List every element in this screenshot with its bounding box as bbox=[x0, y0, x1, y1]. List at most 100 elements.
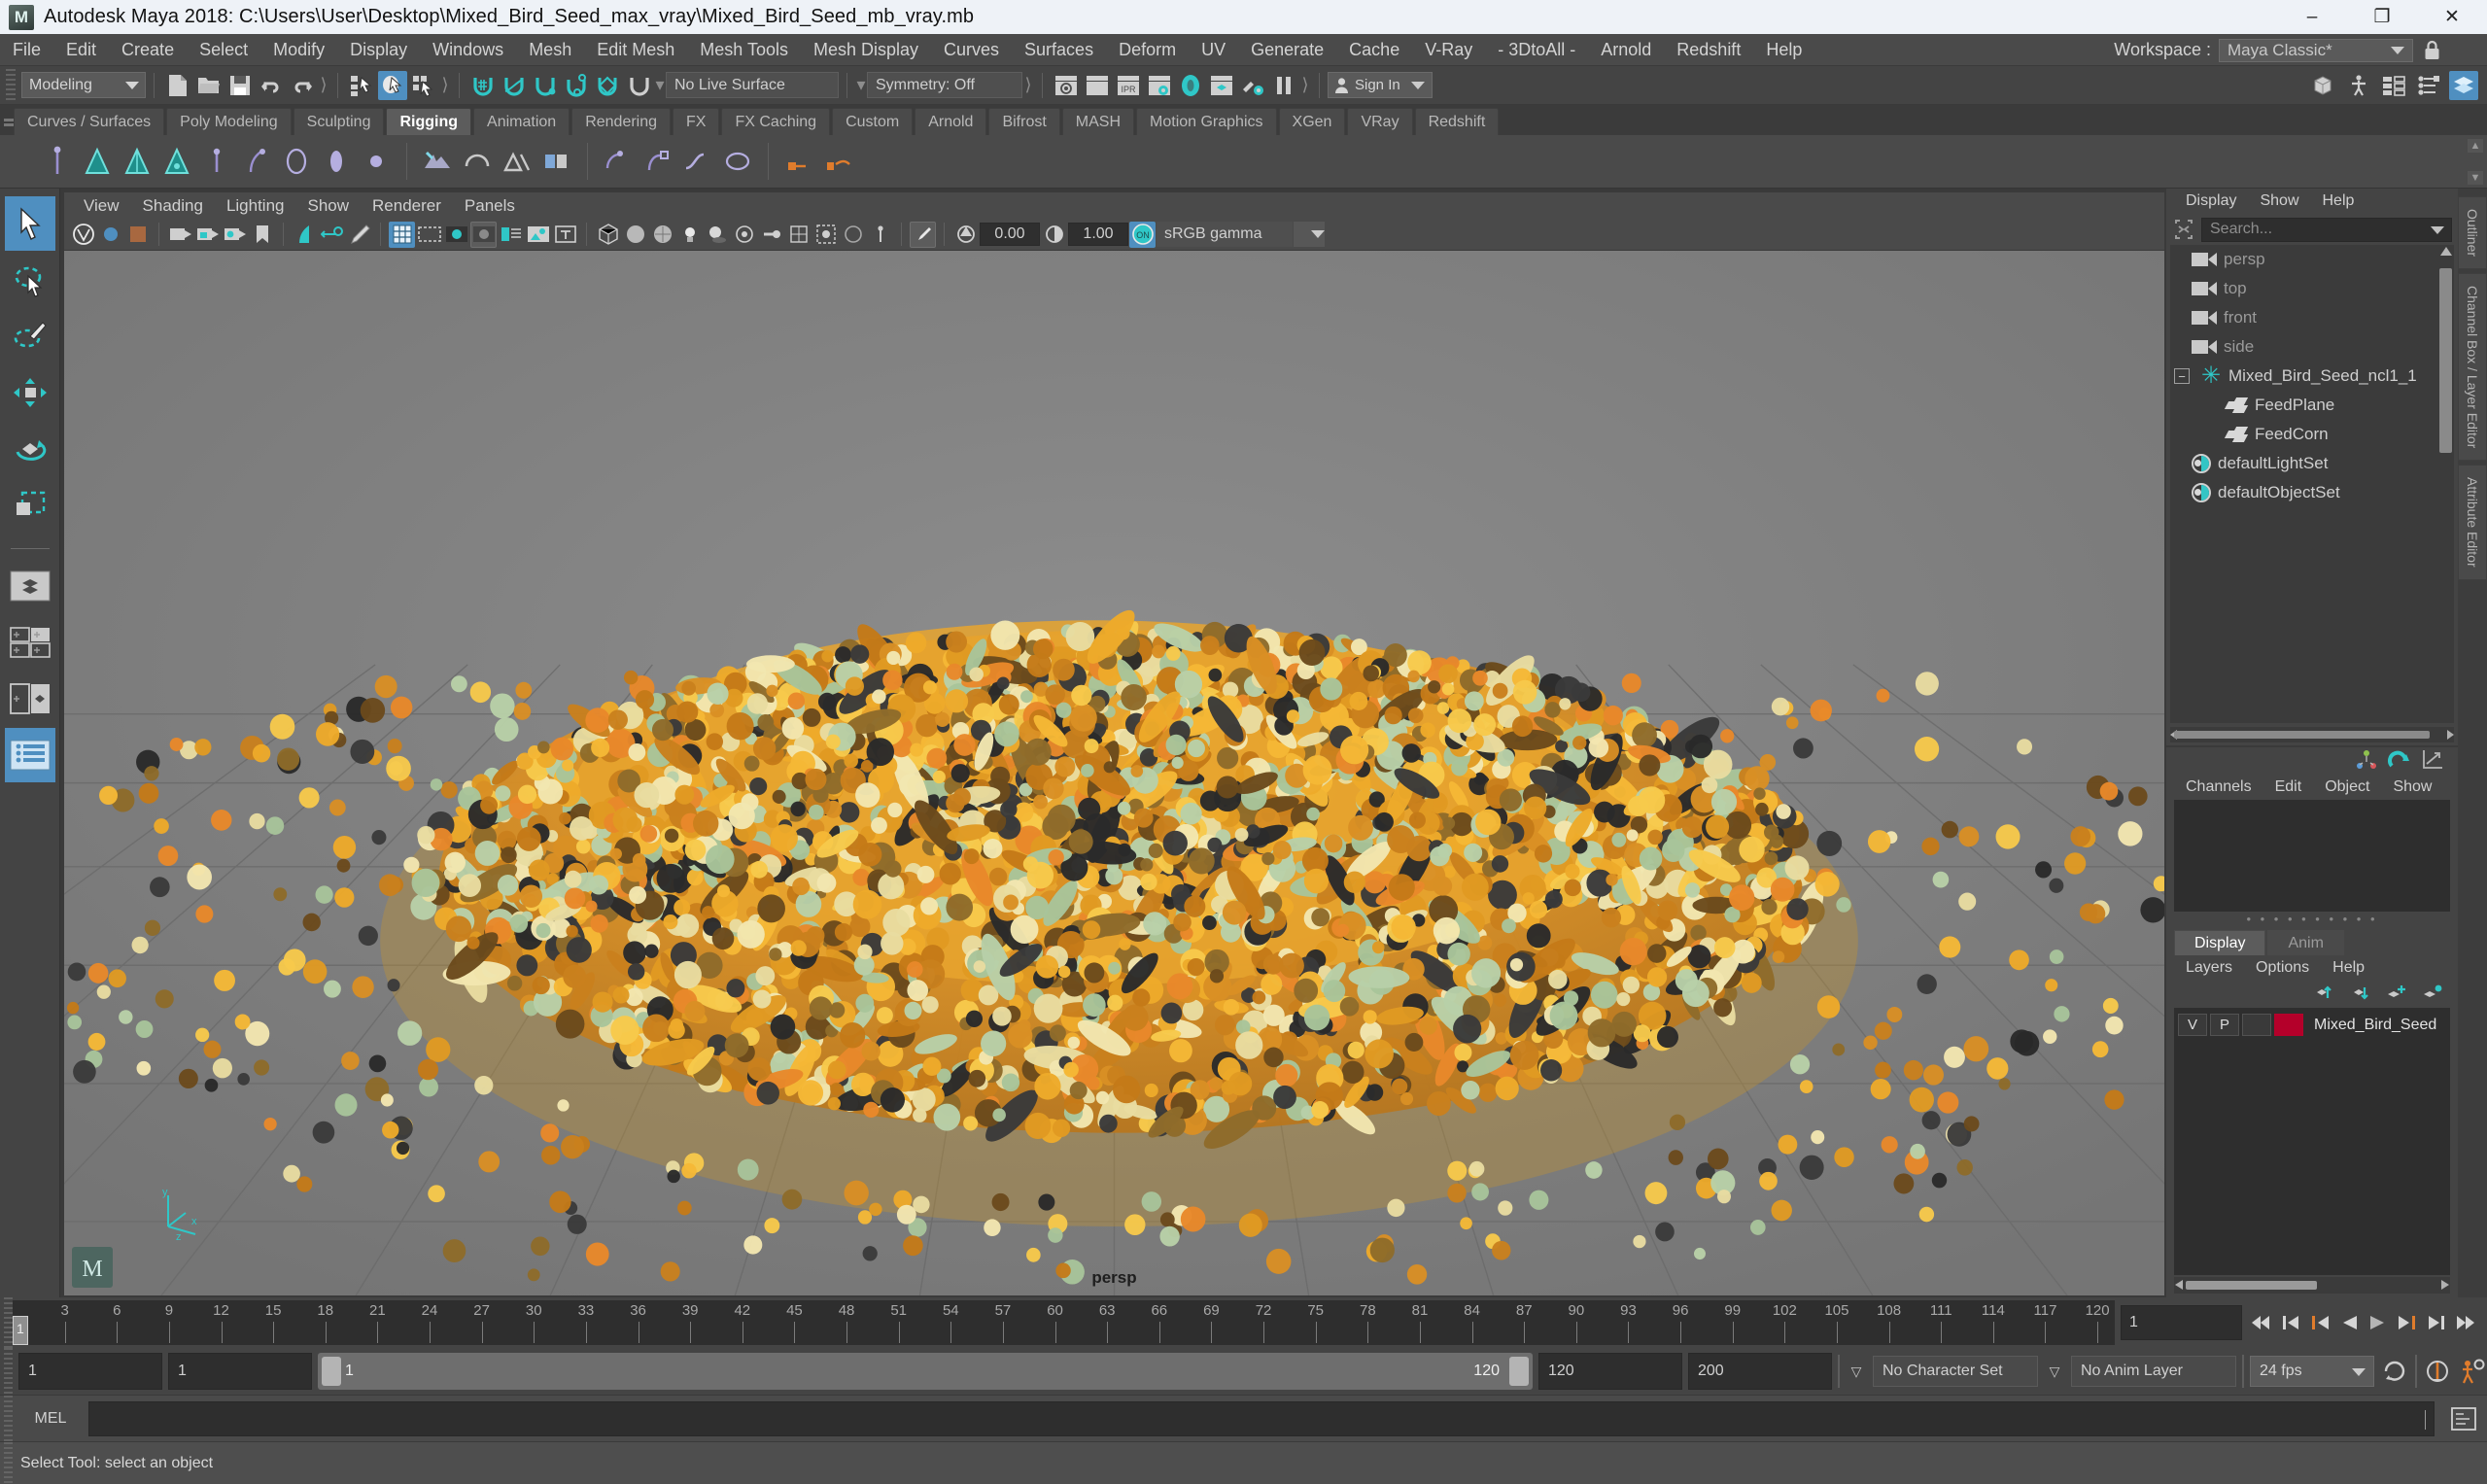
multisample-icon[interactable] bbox=[785, 222, 812, 248]
layer-editor-toggle-icon[interactable] bbox=[2449, 71, 2478, 100]
create-new-layer-icon[interactable] bbox=[2382, 983, 2407, 1007]
time-slider[interactable]: 3 6 9 12 15 18 21 24 27 30 33 36 39 42 45 48 51 54 57 60 63 6… bbox=[13, 1300, 2115, 1345]
menu-item-3dtoall[interactable]: - 3DtoAll - bbox=[1485, 34, 1588, 66]
menu-item-mesh[interactable]: Mesh bbox=[516, 34, 584, 66]
smooth-bind-icon[interactable] bbox=[499, 141, 535, 182]
range-bar[interactable]: 1 120 bbox=[318, 1353, 1533, 1390]
snap-to-grid-icon[interactable] bbox=[468, 71, 498, 100]
range-slider-grip[interactable] bbox=[4, 1348, 13, 1395]
animation-preferences-icon[interactable] bbox=[2458, 1357, 2487, 1386]
outliner-item-persp[interactable]: persp bbox=[2170, 245, 2454, 274]
pause-icon[interactable] bbox=[1269, 71, 1298, 100]
hypershade-icon[interactable] bbox=[1207, 71, 1236, 100]
lock-icon[interactable] bbox=[2421, 39, 2442, 62]
undo-icon[interactable] bbox=[257, 71, 286, 100]
shelf-tab-custom[interactable]: Custom bbox=[832, 108, 914, 135]
outliner-item-FeedPlane[interactable]: FeedPlane bbox=[2170, 391, 2454, 420]
bookmark-icon[interactable] bbox=[249, 222, 275, 248]
scroll-left-icon[interactable] bbox=[2175, 1280, 2183, 1290]
layer-horizontal-scrollbar[interactable] bbox=[2174, 1277, 2450, 1294]
scrollbar-thumb[interactable] bbox=[2186, 1281, 2317, 1290]
chevron-down-icon[interactable]: ▾ bbox=[855, 73, 867, 98]
range-start-field[interactable]: 1 bbox=[168, 1353, 312, 1390]
menu-item-select[interactable]: Select bbox=[187, 34, 260, 66]
use-all-lights-icon[interactable] bbox=[676, 222, 703, 248]
menu-item-help[interactable]: Help bbox=[1753, 34, 1814, 66]
toolbar-grip[interactable] bbox=[6, 68, 16, 102]
sign-in-button[interactable]: Sign In bbox=[1328, 72, 1433, 98]
redo-icon[interactable] bbox=[288, 71, 317, 100]
film-gate-icon[interactable] bbox=[416, 222, 442, 248]
color-profile-field[interactable]: sRGB gamma bbox=[1157, 222, 1293, 247]
shelf-scroll-down-icon[interactable]: ▼ bbox=[2468, 171, 2483, 185]
render-view-icon[interactable] bbox=[1176, 71, 1205, 100]
menu-item-display[interactable]: Display bbox=[337, 34, 420, 66]
outliner-persp-layout[interactable] bbox=[4, 728, 55, 782]
exposure-pick-icon[interactable] bbox=[910, 221, 936, 248]
scrollbar-thumb[interactable] bbox=[2174, 731, 2430, 739]
menu-item-edit-mesh[interactable]: Edit Mesh bbox=[584, 34, 687, 66]
scale-tool[interactable] bbox=[5, 478, 55, 533]
render-current-frame-icon[interactable] bbox=[1052, 71, 1081, 100]
gamma-value-field[interactable]: 1.00 bbox=[1068, 223, 1128, 246]
outliner-item-FeedCorn[interactable]: FeedCorn bbox=[2170, 420, 2454, 449]
shelf-tab-vray[interactable]: VRay bbox=[1347, 108, 1413, 135]
viewport-menu-view[interactable]: View bbox=[72, 192, 131, 219]
select-camera-icon[interactable] bbox=[167, 222, 193, 248]
outliner-item-defaultObjectSet[interactable]: defaultObjectSet bbox=[2170, 478, 2454, 507]
chevron-down-icon[interactable]: ▾ bbox=[654, 73, 666, 98]
viewport-menu-lighting[interactable]: Lighting bbox=[215, 192, 296, 219]
orient-joint-icon[interactable] bbox=[318, 141, 355, 182]
isolate-select-icon[interactable] bbox=[812, 222, 839, 248]
snap-to-point-icon[interactable] bbox=[531, 71, 560, 100]
go-to-end-icon[interactable] bbox=[2452, 1308, 2479, 1337]
layer-color-swatch[interactable] bbox=[2274, 1014, 2303, 1036]
menu-item-deform[interactable]: Deform bbox=[1106, 34, 1189, 66]
shelf-tab-motion-graphics[interactable]: Motion Graphics bbox=[1136, 108, 1277, 135]
channel-box-menu-object[interactable]: Object bbox=[2313, 775, 2381, 800]
shelf-tab-rigging[interactable]: Rigging bbox=[386, 108, 472, 135]
minimize-button[interactable]: – bbox=[2277, 0, 2347, 34]
perspective-viewport[interactable]: persp y x z M bbox=[64, 251, 2164, 1295]
resolution-gate-icon[interactable] bbox=[443, 222, 469, 248]
animation-end-field[interactable]: 200 bbox=[1688, 1353, 1832, 1390]
grease-pencil-icon[interactable] bbox=[346, 222, 372, 248]
maximize-button[interactable]: ❐ bbox=[2347, 0, 2417, 34]
step-forward-frame-icon[interactable] bbox=[2394, 1308, 2421, 1337]
safe-action-icon[interactable] bbox=[525, 222, 551, 248]
range-end-handle[interactable] bbox=[1509, 1357, 1529, 1386]
script-editor-icon[interactable] bbox=[2448, 1403, 2479, 1434]
menu-item-generate[interactable]: Generate bbox=[1238, 34, 1336, 66]
light-settings-icon[interactable] bbox=[1238, 71, 1267, 100]
exposure-icon[interactable] bbox=[952, 222, 979, 248]
outliner-horizontal-scrollbar[interactable] bbox=[2170, 727, 2454, 742]
command-line-grip[interactable] bbox=[4, 1396, 13, 1441]
image-plane-icon[interactable] bbox=[292, 222, 318, 248]
channel-box-toggle-icon[interactable] bbox=[2414, 71, 2443, 100]
menu-item-uv[interactable]: UV bbox=[1189, 34, 1238, 66]
joint-tool-icon[interactable] bbox=[358, 141, 395, 182]
new-scene-icon[interactable] bbox=[163, 71, 192, 100]
anim-layer-menu-icon[interactable]: ▽ bbox=[2044, 1353, 2065, 1390]
lock-camera-icon[interactable] bbox=[194, 222, 221, 248]
create-cluster-icon[interactable] bbox=[600, 141, 637, 182]
layer-row[interactable]: V P Mixed_Bird_Seed bbox=[2174, 1012, 2450, 1038]
collapse-group-icon[interactable]: ⟩ bbox=[1022, 73, 1034, 98]
modeling-toolkit-toggle-icon[interactable] bbox=[2309, 71, 2338, 100]
open-scene-icon[interactable] bbox=[194, 71, 224, 100]
safe-title-icon[interactable] bbox=[552, 222, 578, 248]
insert-joint-icon[interactable] bbox=[198, 141, 235, 182]
layer-shading-toggle[interactable] bbox=[2242, 1014, 2271, 1036]
fps-dropdown[interactable]: 24 fps bbox=[2250, 1356, 2374, 1387]
vray-vfb-icon[interactable] bbox=[70, 222, 96, 248]
smooth-shade-all-icon[interactable] bbox=[622, 222, 648, 248]
animation-start-field[interactable]: 1 bbox=[18, 1353, 162, 1390]
layer-visibility-toggle[interactable]: V bbox=[2178, 1014, 2207, 1036]
shelf-tab-bifrost[interactable]: Bifrost bbox=[988, 108, 1060, 135]
workspace-dropdown[interactable]: Maya Classic* bbox=[2219, 38, 2413, 62]
scroll-up-icon[interactable] bbox=[2440, 247, 2452, 256]
move-layer-down-icon[interactable] bbox=[2345, 983, 2370, 1007]
exposure-value-field[interactable]: 0.00 bbox=[980, 223, 1040, 246]
outliner-item-top[interactable]: top bbox=[2170, 274, 2454, 303]
menu-item-mesh-display[interactable]: Mesh Display bbox=[801, 34, 931, 66]
